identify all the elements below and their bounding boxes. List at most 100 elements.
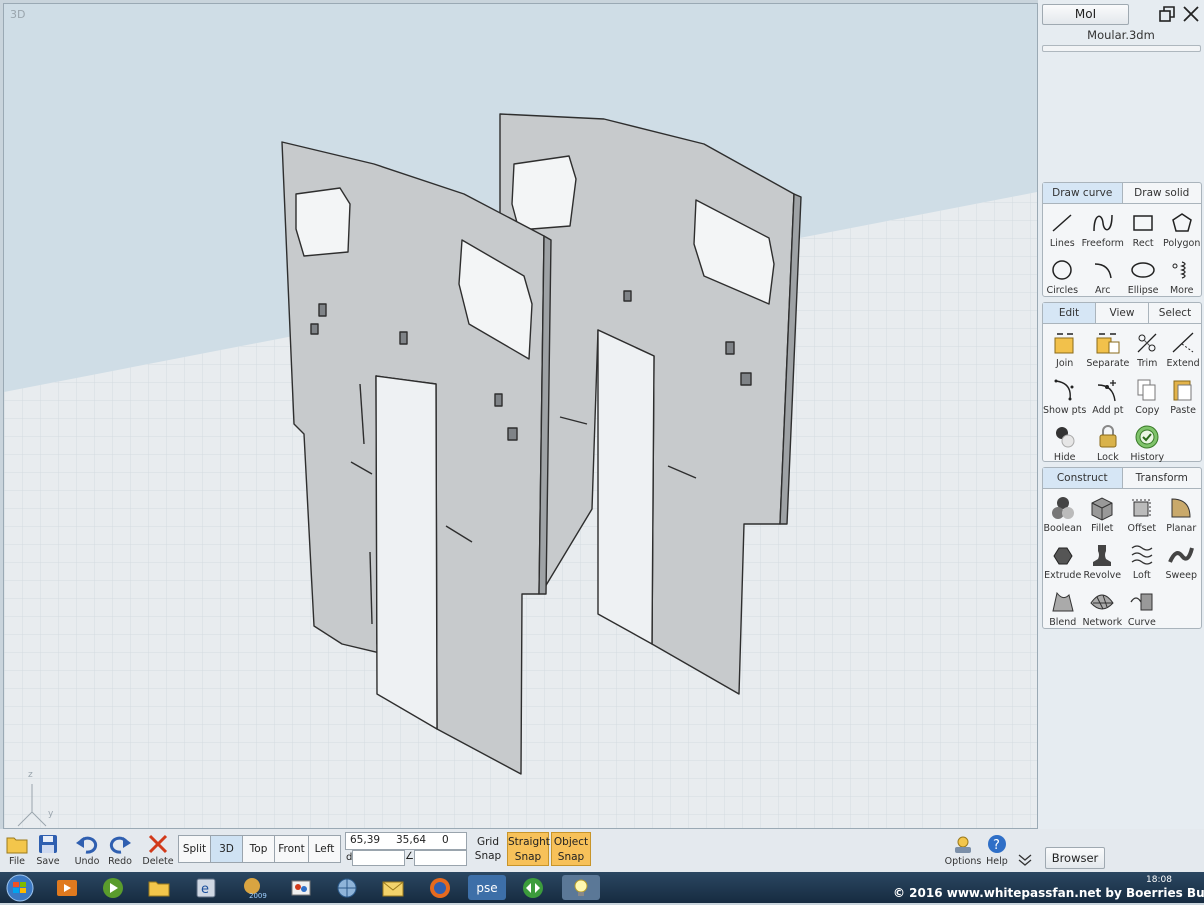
tool-paste[interactable]: Paste bbox=[1165, 371, 1201, 418]
redo-button[interactable]: Redo bbox=[103, 833, 137, 871]
tool-extend[interactable]: Extend bbox=[1165, 324, 1201, 371]
tool-offset[interactable]: Offset bbox=[1122, 489, 1161, 536]
view-top-button[interactable]: Top bbox=[242, 835, 275, 863]
angle-input[interactable] bbox=[414, 850, 467, 866]
help-button[interactable]: ? Help bbox=[982, 833, 1012, 871]
tool-fillet[interactable]: Fillet bbox=[1082, 489, 1122, 536]
file-button[interactable]: File bbox=[0, 833, 34, 871]
taskbar-app-paint[interactable] bbox=[282, 875, 320, 900]
view-3d-button[interactable]: 3D bbox=[210, 835, 243, 863]
pse-icon: pse bbox=[476, 880, 498, 895]
tool-history[interactable]: History bbox=[1129, 418, 1165, 465]
save-button[interactable]: Save bbox=[31, 833, 65, 871]
tool-sweep[interactable]: Sweep bbox=[1162, 536, 1201, 583]
tool-lines[interactable]: Lines bbox=[1043, 204, 1082, 251]
line-icon bbox=[1049, 210, 1075, 236]
fillet-icon bbox=[1089, 495, 1115, 521]
coord-z: 0 bbox=[442, 834, 449, 846]
edit-tools-group: Edit View Select Join Separate Trim Exte… bbox=[1042, 302, 1202, 465]
axis-y-label: y bbox=[48, 809, 54, 819]
tool-polygon[interactable]: Polygon bbox=[1162, 204, 1201, 251]
tab-select[interactable]: Select bbox=[1148, 303, 1201, 323]
network-icon bbox=[1089, 589, 1115, 615]
taskbar-moi[interactable] bbox=[562, 875, 600, 900]
tab-transform[interactable]: Transform bbox=[1121, 468, 1202, 488]
tool-more[interactable]: More bbox=[1162, 251, 1201, 298]
taskbar-app-arrows[interactable] bbox=[514, 875, 552, 900]
delete-button[interactable]: Delete bbox=[141, 833, 175, 871]
options-button[interactable]: Options bbox=[944, 833, 982, 871]
taskbar-mail[interactable] bbox=[374, 875, 412, 900]
axis-z-label: z bbox=[28, 770, 33, 780]
tool-copy[interactable]: Copy bbox=[1129, 371, 1165, 418]
freeform-icon bbox=[1090, 210, 1116, 236]
browser-button[interactable]: Browser bbox=[1045, 847, 1105, 869]
tool-revolve[interactable]: Revolve bbox=[1082, 536, 1122, 583]
tool-loft[interactable]: Loft bbox=[1122, 536, 1161, 583]
tool-circles[interactable]: Circles bbox=[1043, 251, 1082, 298]
tab-construct[interactable]: Construct bbox=[1043, 468, 1122, 488]
tool-boolean[interactable]: Boolean bbox=[1043, 489, 1082, 536]
tool-rect[interactable]: Rect bbox=[1124, 204, 1163, 251]
coord-y: 35,64 bbox=[396, 834, 427, 846]
close-icon[interactable] bbox=[1181, 4, 1201, 24]
tab-draw-curve[interactable]: Draw curve bbox=[1043, 183, 1122, 203]
delete-icon bbox=[148, 834, 168, 854]
tool-ellipse[interactable]: Ellipse bbox=[1124, 251, 1163, 298]
tab-edit[interactable]: Edit bbox=[1043, 303, 1095, 323]
tab-view[interactable]: View bbox=[1095, 303, 1148, 323]
taskbar-media-player[interactable] bbox=[48, 875, 86, 900]
taskbar-app-2009[interactable]: 2009 bbox=[236, 875, 274, 900]
tool-trim[interactable]: Trim bbox=[1129, 324, 1165, 371]
tool-freeform[interactable]: Freeform bbox=[1082, 204, 1124, 251]
view-split-button[interactable]: Split bbox=[178, 835, 211, 863]
taskbar-app-e[interactable]: e bbox=[187, 875, 225, 900]
distance-input[interactable] bbox=[352, 850, 405, 866]
tool-show-pts[interactable]: Show pts bbox=[1043, 371, 1086, 418]
taskbar-app-network[interactable] bbox=[328, 875, 366, 900]
tool-network[interactable]: Network bbox=[1082, 583, 1122, 630]
sweep-icon bbox=[1168, 542, 1195, 568]
save-icon bbox=[39, 835, 57, 853]
view-front-button[interactable]: Front bbox=[274, 835, 309, 863]
lock-icon bbox=[1095, 424, 1121, 450]
straight-snap-toggle[interactable]: Straight Snap bbox=[507, 832, 550, 866]
tool-add-pt[interactable]: Add pt bbox=[1086, 371, 1129, 418]
draw-tools-group: Draw curve Draw solid Lines Freeform Rec… bbox=[1042, 182, 1202, 297]
chevron-down-icon[interactable] bbox=[1017, 853, 1033, 867]
undo-button[interactable]: Undo bbox=[70, 833, 104, 871]
tab-draw-solid[interactable]: Draw solid bbox=[1121, 183, 1202, 203]
paint-icon bbox=[291, 880, 311, 895]
construct-tools-group: Construct Transform Boolean Fillet Offse… bbox=[1042, 467, 1202, 629]
revolve-icon bbox=[1089, 542, 1115, 568]
object-snap-toggle[interactable]: Object Snap bbox=[551, 832, 591, 866]
view-left-button[interactable]: Left bbox=[308, 835, 341, 863]
taskbar-pse[interactable]: pse bbox=[468, 875, 506, 900]
start-button[interactable] bbox=[3, 874, 37, 902]
tool-curve[interactable]: Curve bbox=[1122, 583, 1161, 630]
separate-icon bbox=[1095, 330, 1121, 356]
taskbar-firefox[interactable] bbox=[421, 875, 459, 900]
taskbar-explorer[interactable] bbox=[140, 875, 178, 900]
tool-blend[interactable]: Blend bbox=[1043, 583, 1082, 630]
tool-hide[interactable]: Hide bbox=[1043, 418, 1086, 465]
app-menu-button[interactable]: MoI bbox=[1042, 4, 1129, 25]
trim-icon bbox=[1134, 330, 1160, 356]
hide-icon bbox=[1052, 424, 1078, 450]
tool-arc[interactable]: Arc bbox=[1082, 251, 1124, 298]
show-pts-icon bbox=[1052, 377, 1078, 403]
viewport-label: 3D bbox=[10, 8, 26, 21]
svg-text:?: ? bbox=[993, 838, 1000, 853]
tool-separate[interactable]: Separate bbox=[1086, 324, 1129, 371]
help-icon: ? bbox=[988, 835, 1006, 853]
tool-extrude[interactable]: Extrude bbox=[1043, 536, 1082, 583]
taskbar-windows-media[interactable] bbox=[94, 875, 132, 900]
tool-join[interactable]: Join bbox=[1043, 324, 1086, 371]
grid-snap-toggle[interactable]: Grid Snap bbox=[472, 835, 504, 865]
circle-icon bbox=[1049, 257, 1075, 283]
restore-icon[interactable] bbox=[1158, 5, 1176, 23]
viewport-3d[interactable]: z y 3D bbox=[3, 3, 1038, 829]
tool-planar[interactable]: Planar bbox=[1162, 489, 1201, 536]
clock: 18:08 bbox=[1146, 875, 1172, 885]
tool-lock[interactable]: Lock bbox=[1086, 418, 1129, 465]
